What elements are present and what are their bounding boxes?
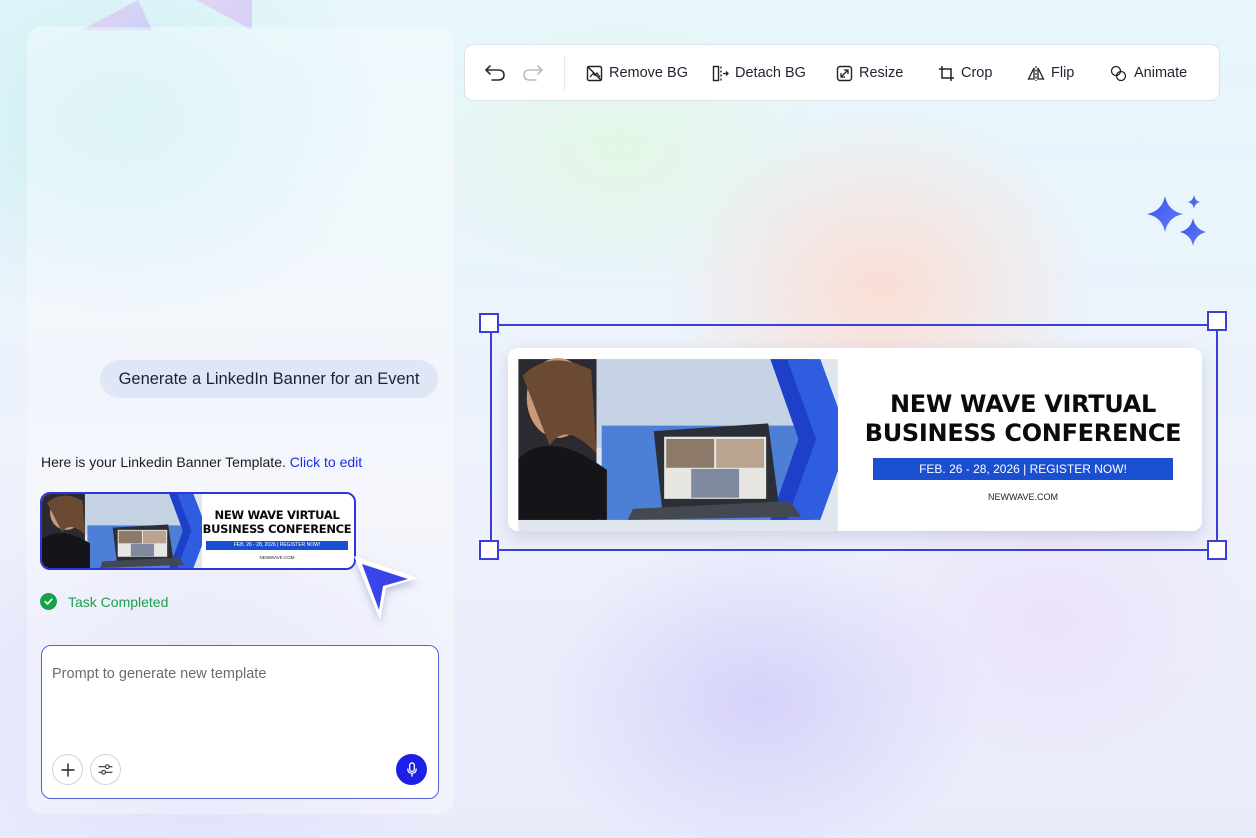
banner-title-line1: NEW WAVE VIRTUAL xyxy=(214,508,340,522)
toolbar-divider xyxy=(564,57,565,90)
microphone-icon xyxy=(406,762,417,777)
redo-icon xyxy=(523,65,543,81)
crop-label: Crop xyxy=(961,65,993,81)
ai-sparkle-icon xyxy=(1147,195,1206,246)
banner-text-block: NEW WAVE VIRTUAL BUSINESS CONFERENCE FEB… xyxy=(202,508,352,560)
voice-input-button[interactable] xyxy=(396,754,427,785)
resize-handle-bottom-right[interactable] xyxy=(1207,540,1227,560)
crop-button[interactable]: Crop xyxy=(938,59,992,87)
prompt-settings-button[interactable] xyxy=(90,754,121,785)
banner-photo xyxy=(42,494,202,568)
flip-icon xyxy=(1027,65,1045,81)
detach-background-icon xyxy=(712,65,729,81)
undo-button[interactable] xyxy=(483,61,507,85)
animate-icon xyxy=(1110,65,1127,81)
crop-icon xyxy=(939,65,954,81)
remove-bg-button[interactable]: Remove BG xyxy=(586,59,688,87)
selection-box xyxy=(490,324,1218,551)
animate-button[interactable]: Animate xyxy=(1110,59,1187,87)
sliders-icon xyxy=(98,764,113,775)
remove-bg-label: Remove BG xyxy=(609,65,688,81)
cursor-pointer-icon xyxy=(354,556,418,620)
flip-label: Flip xyxy=(1051,65,1075,81)
resize-handle-top-left[interactable] xyxy=(479,313,499,333)
assistant-message: Here is your Linkedin Banner Template. C… xyxy=(41,454,362,470)
redo-button[interactable] xyxy=(521,61,545,85)
detach-bg-label: Detach BG xyxy=(735,65,806,81)
add-attachment-button[interactable] xyxy=(52,754,83,785)
resize-handle-bottom-left[interactable] xyxy=(479,540,499,560)
task-status: Task Completed xyxy=(40,593,168,610)
decorative-shape xyxy=(196,0,252,30)
assistant-message-text: Here is your Linkedin Banner Template. xyxy=(41,454,286,470)
banner-website: NEWWAVE.COM xyxy=(259,555,295,560)
check-circle-icon xyxy=(40,593,57,610)
prompt-input[interactable] xyxy=(52,666,422,726)
flip-button[interactable]: Flip xyxy=(1027,59,1074,87)
prompt-composer xyxy=(41,645,439,799)
plus-icon xyxy=(60,762,75,777)
banner-date-strip: FEB. 26 - 28, 2026 | REGISTER NOW! xyxy=(206,541,348,550)
remove-background-icon xyxy=(586,65,603,81)
resize-button[interactable]: Resize xyxy=(836,59,903,87)
resize-label: Resize xyxy=(859,65,904,81)
decorative-shape xyxy=(82,0,152,30)
undo-icon xyxy=(485,65,505,81)
detach-bg-button[interactable]: Detach BG xyxy=(712,59,806,87)
banner-title-line2: BUSINESS CONFERENCE xyxy=(202,522,352,536)
animate-label: Animate xyxy=(1134,65,1188,81)
user-message-bubble: Generate a LinkedIn Banner for an Event xyxy=(100,360,438,398)
click-to-edit-link[interactable]: Click to edit xyxy=(290,454,362,470)
editor-toolbar: Remove BG Detach BG Resize Crop Flip Ani… xyxy=(464,44,1220,101)
task-status-label: Task Completed xyxy=(68,593,169,610)
resize-handle-top-right[interactable] xyxy=(1207,311,1227,331)
banner-thumbnail[interactable]: NEW WAVE VIRTUAL BUSINESS CONFERENCE FEB… xyxy=(40,492,356,570)
banner-preview-thumbnail: NEW WAVE VIRTUAL BUSINESS CONFERENCE FEB… xyxy=(42,494,354,568)
resize-icon xyxy=(836,65,853,81)
